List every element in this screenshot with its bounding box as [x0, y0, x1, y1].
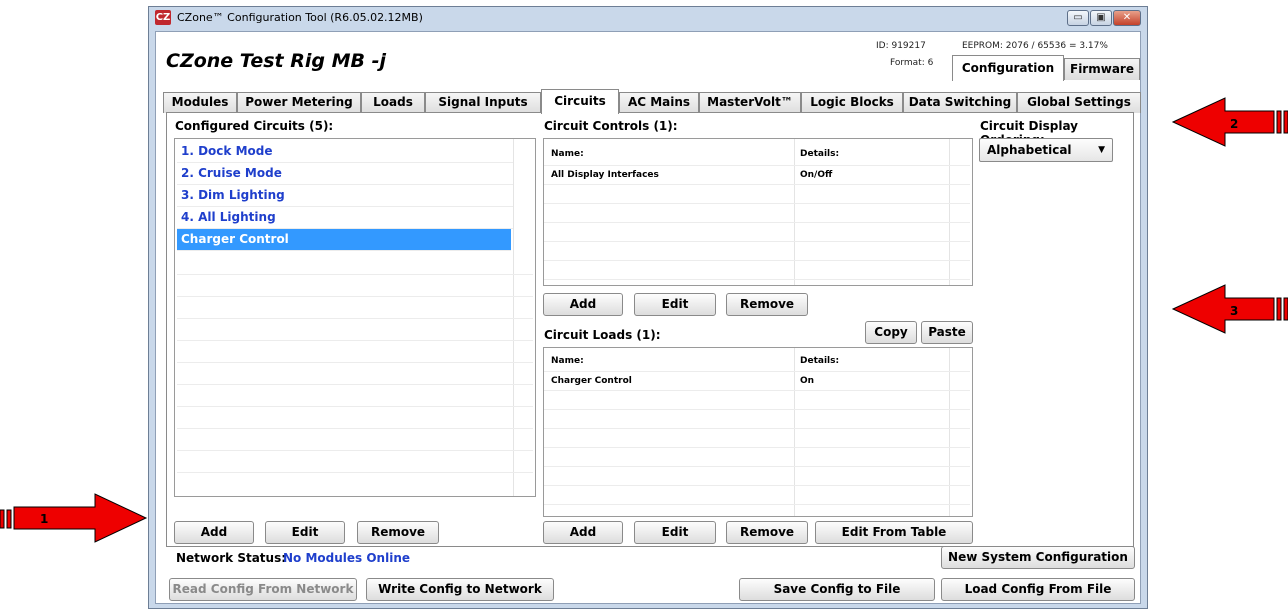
load-config-button[interactable]: Load Config From File	[941, 578, 1135, 601]
maximize-icon[interactable]: ▣	[1090, 10, 1112, 26]
edit-from-table-button[interactable]: Edit From Table	[815, 521, 973, 544]
close-icon[interactable]: ✕	[1113, 10, 1141, 26]
read-config-button[interactable]: Read Config From Network	[169, 578, 357, 601]
new-system-configuration-button[interactable]: New System Configuration	[941, 546, 1135, 569]
eeprom-usage: EEPROM: 2076 / 65536 = 3.17%	[962, 41, 1108, 51]
tab-signal-inputs[interactable]: Signal Inputs	[425, 92, 541, 113]
column-header-details: Details:	[800, 149, 840, 159]
table-cell-details[interactable]: On	[800, 376, 814, 386]
window-title: CZone™ Configuration Tool (R6.05.02.12MB…	[177, 11, 423, 24]
tab-global-settings[interactable]: Global Settings	[1017, 92, 1141, 113]
save-config-button[interactable]: Save Config to File	[739, 578, 935, 601]
circuit-controls-label: Circuit Controls (1):	[544, 119, 678, 133]
add-circuit-button[interactable]: Add	[174, 521, 254, 544]
list-item[interactable]: 1. Dock Mode	[177, 141, 513, 163]
tab-ac-mains[interactable]: AC Mains	[619, 92, 699, 113]
column-header-details: Details:	[800, 356, 840, 366]
annotation-label-2: 2	[1230, 117, 1239, 131]
circuit-loads-label: Circuit Loads (1):	[544, 328, 661, 342]
format-version: Format: 6	[890, 58, 934, 68]
remove-load-button[interactable]: Remove	[726, 521, 808, 544]
write-config-button[interactable]: Write Config to Network	[366, 578, 554, 601]
tab-circuits[interactable]: Circuits	[541, 89, 619, 114]
list-item[interactable]: 3. Dim Lighting	[177, 185, 513, 207]
czone-app-icon: CZ	[155, 10, 171, 25]
module-id: ID: 919217	[876, 41, 926, 51]
tab-logic-blocks[interactable]: Logic Blocks	[801, 92, 903, 113]
edit-circuit-button[interactable]: Edit	[265, 521, 345, 544]
circuit-loads-grid[interactable]: Name: Details: Charger Control On	[543, 347, 973, 517]
chevron-down-icon: ▼	[1098, 145, 1105, 155]
network-status-label: Network Status:	[176, 551, 287, 565]
edit-control-button[interactable]: Edit	[634, 293, 716, 316]
add-load-button[interactable]: Add	[543, 521, 623, 544]
tab-firmware[interactable]: Firmware	[1064, 58, 1140, 80]
tab-mastervolt[interactable]: MasterVolt™	[699, 92, 801, 113]
remove-control-button[interactable]: Remove	[726, 293, 808, 316]
configured-circuits-list[interactable]: 1. Dock Mode 2. Cruise Mode 3. Dim Light…	[174, 138, 536, 497]
annotation-label-1: 1	[40, 512, 49, 526]
edit-load-button[interactable]: Edit	[634, 521, 716, 544]
app-window: CZ CZone™ Configuration Tool (R6.05.02.1…	[148, 6, 1148, 609]
add-control-button[interactable]: Add	[543, 293, 623, 316]
tab-loads[interactable]: Loads	[361, 92, 425, 113]
display-ordering-value: Alphabetical	[987, 143, 1072, 157]
annotation-arrow-2	[1171, 97, 1288, 147]
minimize-icon[interactable]: ▭	[1067, 10, 1089, 26]
list-item-selected[interactable]: Charger Control	[177, 229, 511, 251]
tab-power-metering[interactable]: Power Metering	[237, 92, 361, 113]
column-header-name: Name:	[551, 356, 584, 366]
main-tab-strip: Modules Power Metering Loads Signal Inpu…	[163, 89, 1141, 114]
table-cell-name[interactable]: Charger Control	[551, 376, 632, 386]
tab-configuration[interactable]: Configuration	[952, 55, 1064, 81]
configured-circuits-label: Configured Circuits (5):	[175, 119, 334, 133]
list-item[interactable]: 4. All Lighting	[177, 207, 513, 229]
circuits-panel: Configured Circuits (5): 1. Dock Mode 2.…	[166, 112, 1134, 547]
title-bar[interactable]: CZ CZone™ Configuration Tool (R6.05.02.1…	[149, 7, 1147, 29]
list-item[interactable]: 2. Cruise Mode	[177, 163, 513, 185]
tab-modules[interactable]: Modules	[163, 92, 237, 113]
annotation-label-3: 3	[1230, 304, 1239, 318]
client-area: CZone Test Rig MB -j ID: 919217 EEPROM: …	[155, 31, 1141, 604]
table-cell-name[interactable]: All Display Interfaces	[551, 170, 659, 180]
display-ordering-select[interactable]: Alphabetical ▼	[979, 138, 1113, 162]
paste-button[interactable]: Paste	[921, 321, 973, 344]
project-title: CZone Test Rig MB -j	[166, 50, 386, 72]
remove-circuit-button[interactable]: Remove	[357, 521, 439, 544]
annotation-arrow-1	[0, 493, 148, 543]
annotation-arrow-3	[1171, 284, 1288, 334]
network-status-value: No Modules Online	[283, 551, 411, 565]
copy-button[interactable]: Copy	[865, 321, 917, 344]
column-header-name: Name:	[551, 149, 584, 159]
circuit-controls-grid[interactable]: Name: Details: All Display Interfaces On…	[543, 138, 973, 286]
tab-data-switching[interactable]: Data Switching	[903, 92, 1017, 113]
table-cell-details[interactable]: On/Off	[800, 170, 832, 180]
